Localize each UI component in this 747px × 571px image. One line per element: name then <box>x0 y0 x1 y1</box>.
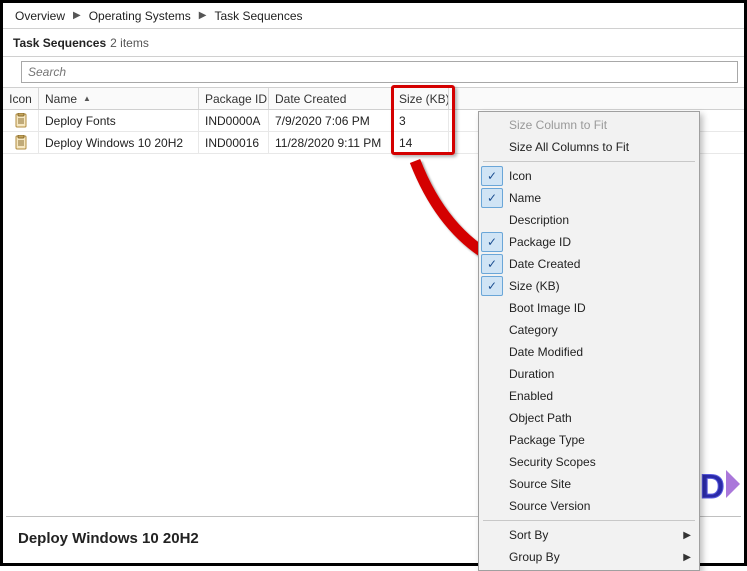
menu-label: Sort By <box>509 528 683 542</box>
menu-toggle-column[interactable]: ✓ Size (KB) <box>481 275 697 297</box>
menu-label: Group By <box>509 550 683 564</box>
row-icon-cell <box>3 110 39 131</box>
menu-check-placeholder <box>481 364 503 384</box>
column-header-name[interactable]: Name ▲ <box>39 88 199 109</box>
row-size: 3 <box>393 110 449 131</box>
search-wrap <box>3 57 744 88</box>
menu-check-placeholder <box>481 452 503 472</box>
menu-toggle-column[interactable]: Duration <box>481 363 697 385</box>
column-header-icon[interactable]: Icon <box>3 88 39 109</box>
menu-toggle-column[interactable]: Security Scopes <box>481 451 697 473</box>
watermark-logo-icon: D <box>696 462 744 513</box>
row-icon-cell <box>3 132 39 153</box>
submenu-arrow-icon: ▶ <box>683 530 691 541</box>
menu-toggle-column[interactable]: Enabled <box>481 385 697 407</box>
menu-toggle-column[interactable]: ✓ Icon <box>481 165 697 187</box>
search-input[interactable] <box>21 61 738 83</box>
breadcrumb-operating-systems[interactable]: Operating Systems <box>83 7 197 25</box>
row-date-created: 11/28/2020 9:11 PM <box>269 132 393 153</box>
menu-check-placeholder <box>481 115 503 135</box>
menu-label: Package Type <box>509 433 691 447</box>
menu-check-placeholder <box>481 298 503 318</box>
menu-separator <box>483 161 695 162</box>
column-header-name-label: Name <box>45 92 77 106</box>
menu-check-placeholder <box>481 137 503 157</box>
sort-asc-icon: ▲ <box>83 94 91 103</box>
menu-check-placeholder <box>481 342 503 362</box>
menu-check-placeholder <box>481 547 503 567</box>
menu-label: Object Path <box>509 411 691 425</box>
checkmark-icon: ✓ <box>481 188 503 208</box>
menu-check-placeholder <box>481 525 503 545</box>
menu-separator <box>483 520 695 521</box>
menu-check-placeholder <box>481 408 503 428</box>
checkmark-icon: ✓ <box>481 276 503 296</box>
column-header-date-created[interactable]: Date Created <box>269 88 393 109</box>
menu-toggle-column[interactable]: ✓ Date Created <box>481 253 697 275</box>
svg-text:D: D <box>700 468 725 506</box>
submenu-arrow-icon: ▶ <box>683 552 691 563</box>
menu-toggle-column[interactable]: Description <box>481 209 697 231</box>
menu-label: Enabled <box>509 389 691 403</box>
menu-check-placeholder <box>481 210 503 230</box>
item-count: 2 items <box>110 36 149 50</box>
menu-label: Duration <box>509 367 691 381</box>
menu-label: Description <box>509 213 691 227</box>
menu-label: Size All Columns to Fit <box>509 140 691 154</box>
menu-label: Category <box>509 323 691 337</box>
chevron-right-icon: ▶ <box>197 10 209 21</box>
menu-label: Date Created <box>509 257 691 271</box>
column-header-size[interactable]: Size (KB) <box>393 88 449 109</box>
checkmark-icon: ✓ <box>481 232 503 252</box>
menu-toggle-column[interactable]: Package Type <box>481 429 697 451</box>
task-sequence-icon <box>13 113 29 129</box>
column-context-menu: Size Column to Fit Size All Columns to F… <box>478 111 700 571</box>
menu-sort-by[interactable]: Sort By ▶ <box>481 524 697 546</box>
menu-label: Name <box>509 191 691 205</box>
menu-check-placeholder <box>481 474 503 494</box>
menu-label: Boot Image ID <box>509 301 691 315</box>
menu-toggle-column[interactable]: Source Version <box>481 495 697 517</box>
row-package-id: IND00016 <box>199 132 269 153</box>
row-date-created: 7/9/2020 7:06 PM <box>269 110 393 131</box>
menu-label: Source Site <box>509 477 691 491</box>
menu-size-column-to-fit: Size Column to Fit <box>481 114 697 136</box>
menu-label: Source Version <box>509 499 691 513</box>
task-sequence-icon <box>13 135 29 151</box>
menu-label: Date Modified <box>509 345 691 359</box>
checkmark-icon: ✓ <box>481 166 503 186</box>
menu-label: Size (KB) <box>509 279 691 293</box>
detail-title: Deploy Windows 10 20H2 <box>18 530 199 547</box>
row-name: Deploy Windows 10 20H2 <box>39 132 199 153</box>
menu-label: Icon <box>509 169 691 183</box>
menu-toggle-column[interactable]: ✓ Name <box>481 187 697 209</box>
menu-check-placeholder <box>481 320 503 340</box>
menu-check-placeholder <box>481 386 503 406</box>
checkmark-icon: ✓ <box>481 254 503 274</box>
menu-label: Security Scopes <box>509 455 691 469</box>
title-bar: Task Sequences 2 items <box>3 29 744 57</box>
row-size: 14 <box>393 132 449 153</box>
menu-toggle-column[interactable]: ✓ Package ID <box>481 231 697 253</box>
menu-check-placeholder <box>481 496 503 516</box>
menu-toggle-column[interactable]: Object Path <box>481 407 697 429</box>
row-package-id: IND0000A <box>199 110 269 131</box>
menu-check-placeholder <box>481 430 503 450</box>
page-title: Task Sequences <box>13 36 106 50</box>
menu-toggle-column[interactable]: Source Site <box>481 473 697 495</box>
breadcrumb: Overview ▶ Operating Systems ▶ Task Sequ… <box>3 3 744 29</box>
chevron-right-icon: ▶ <box>71 10 83 21</box>
breadcrumb-overview[interactable]: Overview <box>9 7 71 25</box>
menu-size-all-columns-to-fit[interactable]: Size All Columns to Fit <box>481 136 697 158</box>
breadcrumb-task-sequences[interactable]: Task Sequences <box>208 7 308 25</box>
menu-toggle-column[interactable]: Boot Image ID <box>481 297 697 319</box>
menu-label: Size Column to Fit <box>509 118 691 132</box>
row-name: Deploy Fonts <box>39 110 199 131</box>
menu-label: Package ID <box>509 235 691 249</box>
column-header-package-id[interactable]: Package ID <box>199 88 269 109</box>
menu-toggle-column[interactable]: Category <box>481 319 697 341</box>
menu-group-by[interactable]: Group By ▶ <box>481 546 697 568</box>
grid-header[interactable]: Icon Name ▲ Package ID Date Created Size… <box>3 88 744 110</box>
menu-toggle-column[interactable]: Date Modified <box>481 341 697 363</box>
